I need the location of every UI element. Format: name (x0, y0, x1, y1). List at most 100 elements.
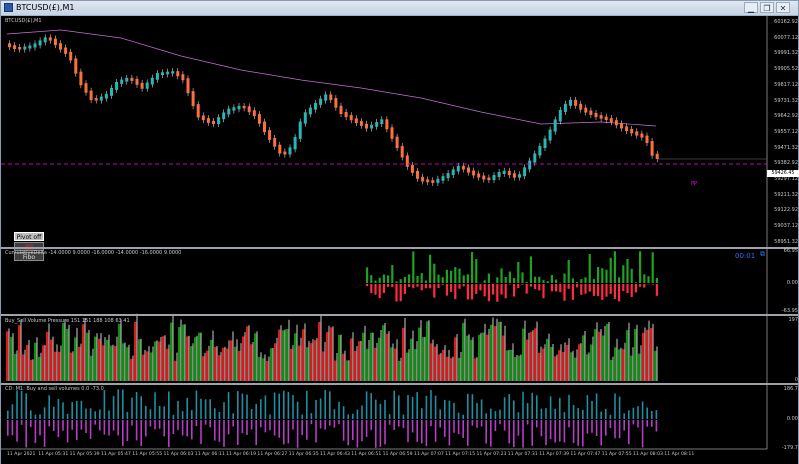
pressure-bar (406, 352, 409, 381)
sell-volume-bar (264, 420, 267, 433)
buy-volume-bar (476, 402, 478, 419)
price-level-label: 59557.12 (774, 128, 798, 135)
time-axis-label: 11 Apr 06:27 (257, 452, 288, 457)
pivot-off-button[interactable]: Pivot off (14, 232, 44, 241)
buy-volume-bar (218, 411, 221, 419)
sell-volume-bar (572, 420, 575, 444)
window-titlebar[interactable]: BTCUSD(£),M1 ▁ ❐ ✕ (1, 1, 798, 16)
pressure-bar (514, 357, 517, 381)
sell-volume-bar (618, 420, 621, 439)
cd-level-top: 66.95 (783, 248, 798, 254)
candle-body (354, 118, 358, 124)
chart-canvas[interactable] (1, 16, 798, 464)
delta-bar-positive (517, 261, 520, 283)
buy-volume-bar (7, 410, 9, 419)
pressure-bar (382, 325, 385, 381)
pressure-bar (642, 332, 645, 381)
candle-body (380, 119, 384, 125)
restore-button[interactable]: ❐ (760, 2, 774, 13)
buy-volume-bar (246, 394, 248, 419)
buy-volume-bar (347, 414, 349, 419)
delta-bar-positive (429, 254, 432, 283)
delta-bar-positive (555, 279, 558, 283)
close-button[interactable]: ✕ (776, 2, 790, 13)
buy-volume-bar (425, 395, 428, 419)
sell-volume-bar (416, 420, 418, 442)
candle-body (558, 109, 562, 122)
pressure-bar (10, 337, 13, 381)
pressure-bar (18, 325, 21, 381)
buy-volume-bar (568, 394, 570, 419)
delta-bar-negative (651, 284, 654, 285)
minimize-button[interactable]: ▁ (744, 2, 758, 13)
sell-volume-bar (324, 420, 326, 430)
pressure-bar (562, 351, 565, 381)
candle-body (370, 124, 374, 129)
sell-volume-bar (490, 420, 492, 447)
price-level-label: 59037.12 (774, 223, 798, 230)
candle-body (191, 91, 195, 107)
delta-bar-positive (408, 274, 411, 283)
buy-volume-bar (232, 413, 234, 419)
delta-bar-negative (374, 284, 377, 295)
candle-body (125, 77, 129, 82)
delta-bar-positive (571, 278, 574, 283)
delta-bar-negative (479, 284, 482, 291)
buy-volume-bar (480, 399, 483, 419)
pressure-bar (654, 350, 657, 381)
sell-volume-bar (402, 420, 405, 429)
buy-volume-bar (352, 413, 354, 419)
pressure-bar (506, 350, 509, 381)
buy-volume-bar (384, 399, 386, 419)
sell-volume-bar (361, 420, 363, 442)
buy-volume-bar (301, 414, 303, 419)
buy-volume-bar (342, 406, 345, 419)
sell-volume-bar (108, 420, 110, 436)
candle-body (324, 94, 328, 101)
delta-bar-negative (445, 284, 448, 296)
pressure-bar (154, 341, 157, 381)
sell-volume-bar (485, 420, 487, 444)
candle-body (196, 104, 200, 118)
buy-volume-bar (135, 392, 138, 419)
pressure-bar (566, 344, 569, 381)
pressure-bar (454, 337, 457, 381)
delta-bar-positive (630, 268, 633, 283)
candle-body (538, 146, 542, 156)
chart-symbol-label: BTCUSD(£),M1 (5, 18, 42, 24)
buy-sell-volumes-label: CD: M1: Buy and sell volumes 0.0 -73.0 (5, 386, 104, 392)
sell-volume-bar (526, 420, 529, 425)
chart-area[interactable]: BTCUSD(£),M1 60162.92 60077.12 59991.32 599… (1, 16, 799, 464)
delta-bar-positive (475, 259, 478, 283)
panel-separator[interactable] (1, 314, 798, 316)
pressure-bar (190, 346, 193, 381)
buy-volume-bar (223, 402, 225, 419)
delta-bar-negative (387, 284, 390, 287)
delta-bar-negative (559, 284, 562, 293)
sell-volume-bar (163, 420, 165, 437)
delta-bar-positive (542, 280, 545, 283)
pivot-point-label: PP (691, 181, 698, 187)
candle-body (273, 137, 277, 147)
candle-body (344, 111, 348, 118)
pressure-bar (142, 354, 145, 381)
buy-volume-bar (57, 398, 60, 419)
candle-body (359, 121, 363, 126)
sell-volume-bar (632, 420, 635, 425)
buy-volume-bar (20, 390, 23, 419)
buy-volume-bar (517, 412, 520, 419)
pressure-bar (438, 354, 441, 381)
buy-volume-bar (315, 399, 317, 419)
delta-bar-negative (622, 284, 625, 292)
sell-volume-bar (476, 420, 478, 428)
panel-separator[interactable] (1, 383, 798, 385)
candle-body (263, 121, 266, 133)
delta-bar-positive (387, 275, 390, 283)
delta-bar-negative (597, 284, 600, 297)
panel-separator[interactable] (1, 247, 798, 249)
delta-bar-positive (580, 279, 583, 283)
buy-volume-bar (393, 390, 395, 419)
buy-volume-bar (296, 401, 299, 419)
sell-volume-bar (186, 420, 188, 437)
delta-bar-positive (374, 280, 377, 283)
